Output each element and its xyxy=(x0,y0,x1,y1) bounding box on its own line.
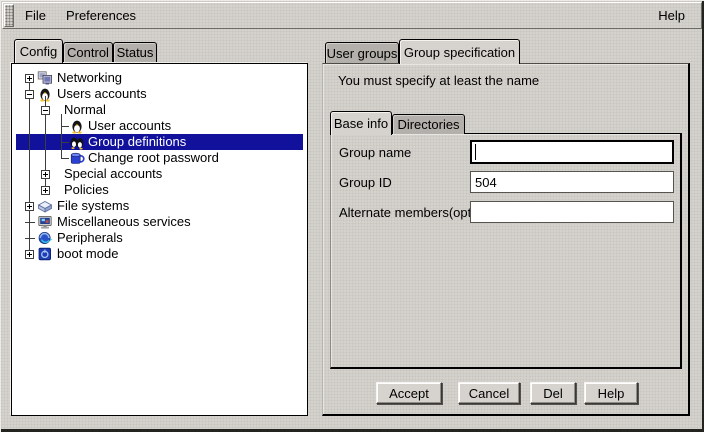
tree-item-label: File systems xyxy=(57,199,129,213)
tree-item-group-definitions[interactable]: Group definitions xyxy=(16,134,303,150)
field-label-group-name: Group name xyxy=(339,145,411,160)
tab-directories[interactable]: Directories xyxy=(392,114,465,134)
alternate-members-opt-input[interactable] xyxy=(470,201,674,223)
base-info-page: Group name Group ID Alternate members(opt) xyxy=(330,133,682,369)
menu-right-group: Help xyxy=(648,4,695,27)
tree-connector xyxy=(61,114,62,158)
tree-connector xyxy=(29,82,30,254)
tree-item-label: Miscellaneous services xyxy=(57,215,191,229)
accept-button[interactable]: Accept xyxy=(376,382,442,404)
tree-item-label: Special accounts xyxy=(64,167,162,181)
tree-item-file-systems[interactable]: File systems xyxy=(16,198,303,214)
peripherals-icon xyxy=(37,230,53,246)
tree-item-label: Group definitions xyxy=(88,135,186,149)
menubar: FilePreferences Help xyxy=(2,2,702,29)
tree-item-normal[interactable]: Normal xyxy=(16,102,303,118)
tab-base-info[interactable]: Base info xyxy=(330,111,392,135)
tree-item-label: Networking xyxy=(57,71,122,85)
tree-item-miscellaneous-services[interactable]: Miscellaneous services xyxy=(16,214,303,230)
tree-item-label: Policies xyxy=(64,183,109,197)
tree-item-label: Peripherals xyxy=(57,231,123,245)
bootmode-icon xyxy=(37,246,53,262)
tree-item-user-accounts[interactable]: User accounts xyxy=(16,118,303,134)
tab-config[interactable]: Config xyxy=(14,39,63,63)
tree-item-label: User accounts xyxy=(88,119,171,133)
tree-item-users-accounts[interactable]: Users accounts xyxy=(16,86,303,102)
group-id-input[interactable] xyxy=(470,171,674,193)
menu-item-help[interactable]: Help xyxy=(648,4,695,27)
expand-box[interactable] xyxy=(25,202,34,211)
expand-box[interactable] xyxy=(41,186,50,195)
penguin-icon xyxy=(69,118,85,134)
linuxconf-window: FilePreferences Help ConfigControlStatus… xyxy=(0,0,704,432)
mug-icon xyxy=(69,150,85,166)
monitor-icon xyxy=(37,214,53,230)
expand-box[interactable] xyxy=(25,90,34,99)
tab-status[interactable]: Status xyxy=(113,42,157,62)
group-specification-page: You must specify at least the name Base … xyxy=(322,63,690,416)
tree-item-label: Change root password xyxy=(88,151,219,165)
tree-item-networking[interactable]: Networking xyxy=(16,70,303,86)
filesystems-icon xyxy=(37,198,53,214)
expand-box[interactable] xyxy=(25,74,34,83)
tree-item-label: Users accounts xyxy=(57,87,147,101)
tab-group-specification[interactable]: Group specification xyxy=(399,39,520,64)
tree-connector xyxy=(25,238,35,239)
config-tree-panel: Networking Users accounts Normal User accou… xyxy=(11,63,308,416)
tree-item-label: boot mode xyxy=(57,247,118,261)
config-tree: Networking Users accounts Normal User accou… xyxy=(16,70,303,262)
field-label-alternate-members-opt: Alternate members(opt) xyxy=(339,205,476,220)
expand-box[interactable] xyxy=(41,106,50,115)
tree-item-boot-mode[interactable]: boot mode xyxy=(16,246,303,262)
tree-connector xyxy=(61,142,69,143)
penguin-group-icon xyxy=(69,134,85,150)
tree-connector xyxy=(61,158,69,159)
tree-item-peripherals[interactable]: Peripherals xyxy=(16,230,303,246)
tree-connector xyxy=(61,126,69,127)
tree-item-label: Normal xyxy=(64,103,106,117)
field-label-group-id: Group ID xyxy=(339,175,392,190)
menu-left-group: FilePreferences xyxy=(15,4,146,27)
networking-icon xyxy=(37,70,53,86)
del-button[interactable]: Del xyxy=(530,382,576,404)
help-button[interactable]: Help xyxy=(584,382,638,404)
tree-item-special-accounts[interactable]: Special accounts xyxy=(16,166,303,182)
tree-connector xyxy=(25,222,35,223)
cancel-button[interactable]: Cancel xyxy=(458,382,520,404)
text-caret xyxy=(475,144,476,160)
group-name-input[interactable] xyxy=(470,140,674,164)
tree-item-policies[interactable]: Policies xyxy=(16,182,303,198)
tab-control[interactable]: Control xyxy=(63,42,113,62)
expand-box[interactable] xyxy=(25,250,34,259)
menu-item-preferences[interactable]: Preferences xyxy=(56,4,146,27)
menubar-grip-handle[interactable] xyxy=(4,4,14,27)
tab-user-groups[interactable]: User groups xyxy=(325,42,399,63)
menu-item-file[interactable]: File xyxy=(15,4,56,27)
expand-box[interactable] xyxy=(41,170,50,179)
tree-item-change-root-password[interactable]: Change root password xyxy=(16,150,303,166)
page-message: You must specify at least the name xyxy=(338,73,539,88)
